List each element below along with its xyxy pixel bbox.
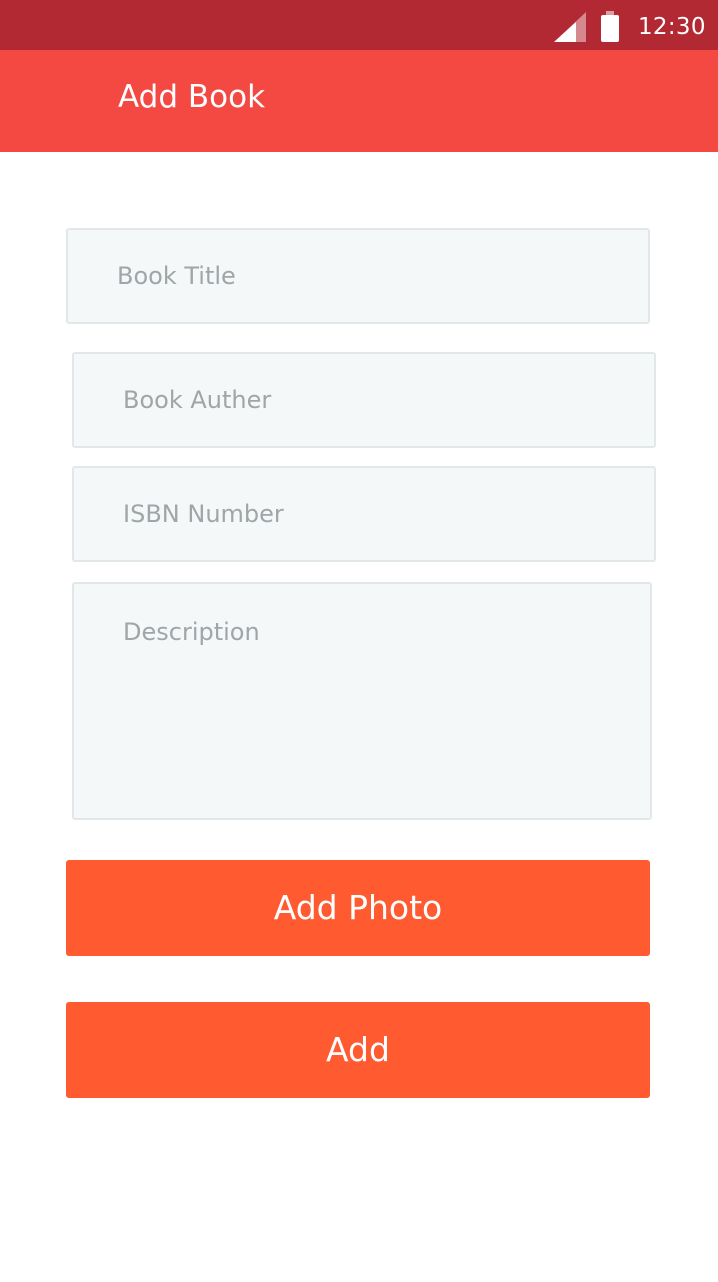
add-book-button[interactable]: Add <box>66 1002 650 1098</box>
app-bar: Add Book <box>0 50 718 152</box>
add-book-screen: 12:30 Add Book Add Photo Add <box>0 0 718 1282</box>
add-photo-button[interactable]: Add Photo <box>66 860 650 956</box>
status-time: 12:30 <box>638 14 706 40</box>
battery-icon <box>601 11 619 42</box>
isbn-number-input[interactable] <box>72 466 656 562</box>
description-textarea[interactable] <box>72 582 652 820</box>
book-author-input[interactable] <box>72 352 656 448</box>
page-title: Add Book <box>118 79 266 115</box>
cell-signal-icon <box>554 12 586 42</box>
status-bar: 12:30 <box>0 0 718 50</box>
book-title-input[interactable] <box>66 228 650 324</box>
